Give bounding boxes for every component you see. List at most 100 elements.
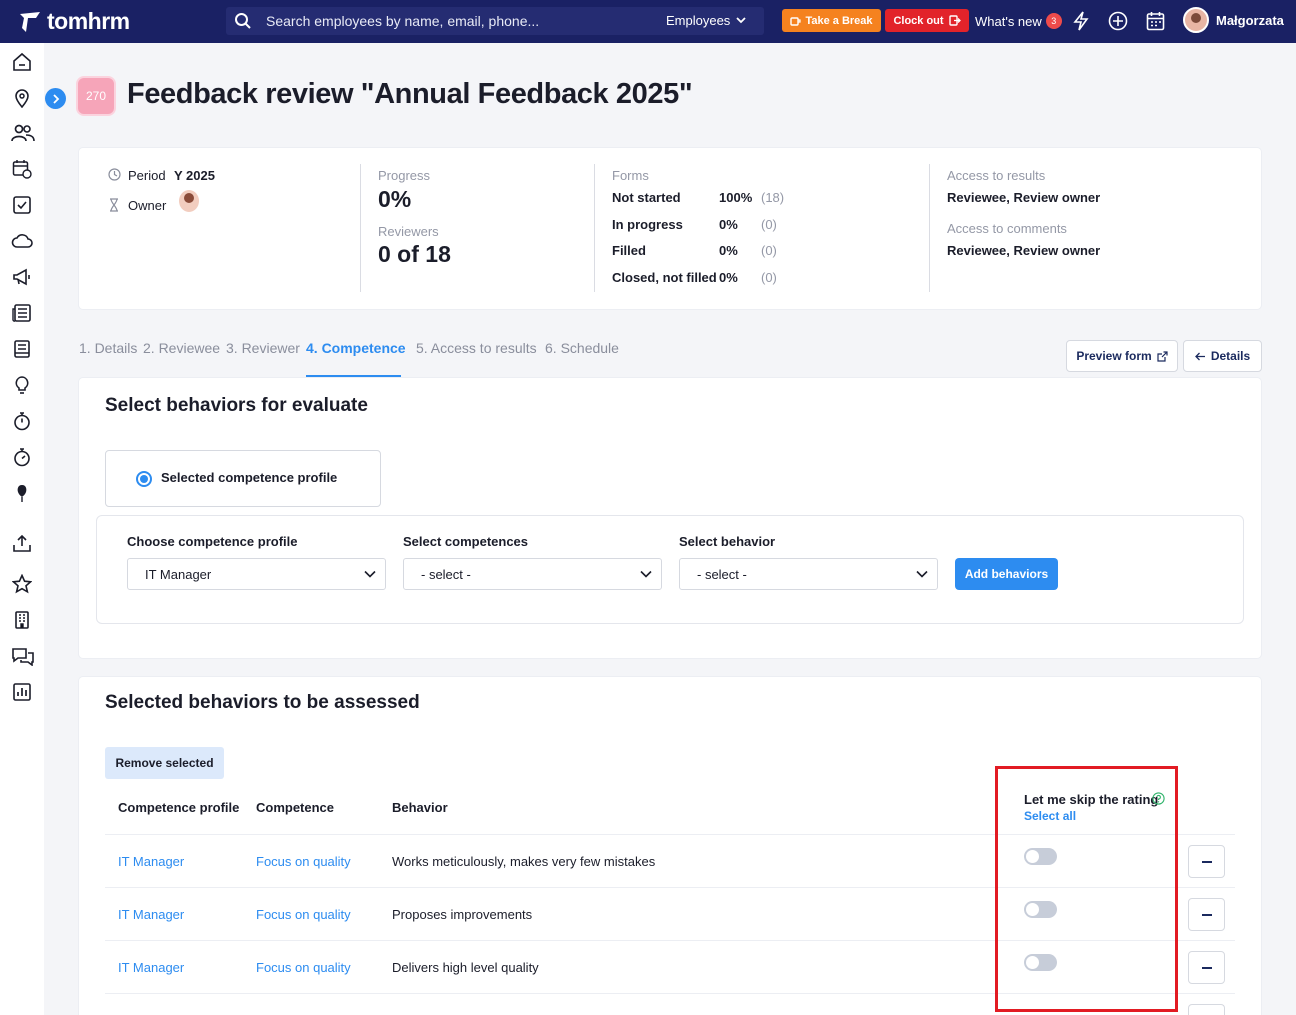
search-scope-label: Employees [666, 13, 731, 28]
competence-profile-select[interactable]: IT Manager [127, 558, 386, 590]
clock-out-label: Clock out [893, 14, 944, 27]
competences-select-value: - select - [421, 567, 471, 582]
home-icon[interactable] [12, 52, 32, 72]
remove-row-button[interactable] [1188, 898, 1225, 931]
star-icon[interactable] [12, 574, 32, 594]
calendar-icon[interactable] [1146, 11, 1165, 31]
search-input[interactable]: Search employees by name, email, phone..… [266, 13, 539, 29]
remove-row-button[interactable] [1188, 951, 1225, 984]
calendar-clock-icon[interactable] [12, 159, 32, 179]
row-profile-link[interactable]: IT Manager [118, 907, 184, 922]
tab-reviewer[interactable]: 3. Reviewer [226, 340, 300, 356]
owner-avatar[interactable] [179, 190, 199, 212]
radio-selected[interactable] [136, 471, 152, 487]
forms-status-count: (18) [761, 190, 785, 205]
remove-row-button[interactable] [1188, 1004, 1225, 1015]
whats-new-link[interactable]: What's new 3 [975, 13, 1062, 29]
back-to-details-button[interactable]: Details [1183, 340, 1262, 372]
row-behavior: Proposes improvements [392, 907, 533, 922]
access-results-value: Reviewee, Review owner [947, 190, 1101, 205]
column-header-behavior[interactable]: Behavior [392, 800, 448, 815]
lightning-icon[interactable] [1072, 11, 1090, 31]
timer-icon[interactable] [12, 447, 32, 467]
app-logo[interactable]: tomhrm [18, 8, 130, 35]
bar-chart-icon[interactable] [12, 682, 32, 702]
lightbulb-icon[interactable] [12, 375, 32, 395]
row-behavior: Delivers high level quality [392, 960, 539, 975]
coffee-icon [790, 17, 802, 26]
team-icon[interactable] [11, 123, 35, 143]
access-comments-value: Reviewee, Review owner [947, 243, 1101, 258]
forms-status-label: Filled [612, 243, 646, 258]
notification-badge: 3 [1045, 13, 1062, 29]
row-profile-link[interactable]: IT Manager [118, 960, 184, 975]
cloud-icon[interactable] [11, 231, 34, 251]
add-circle-icon[interactable] [1108, 11, 1128, 31]
row-competence-link[interactable]: Focus on quality [256, 907, 351, 922]
tab-reviewee[interactable]: 2. Reviewee [143, 340, 220, 356]
stopwatch-icon[interactable] [12, 411, 32, 431]
competences-select-label: Select competences [403, 534, 529, 549]
profile-select-label: Choose competence profile [127, 534, 298, 549]
chevron-down-icon [916, 570, 928, 578]
reviewers-value: 0 of 18 [378, 241, 451, 267]
take-break-label: Take a Break [805, 14, 873, 27]
forms-status-percent: 0% [719, 270, 738, 285]
tab-access-to-results[interactable]: 5. Access to results [416, 340, 537, 356]
access-comments-label: Access to comments [947, 221, 1067, 236]
chevron-down-icon [364, 570, 376, 578]
forms-status-percent: 0% [719, 217, 738, 232]
details-label: Details [1210, 349, 1251, 363]
highlight-annotation-box [995, 766, 1178, 1012]
whats-new-label: What's new [975, 13, 1042, 29]
preview-form-button[interactable]: Preview form [1066, 340, 1178, 372]
add-behaviors-button[interactable]: Add behaviors [955, 558, 1058, 590]
clock-icon [108, 168, 121, 181]
radio-label: Selected competence profile [161, 470, 338, 485]
logo-icon [20, 11, 40, 32]
tab-schedule[interactable]: 6. Schedule [545, 340, 619, 356]
remove-selected-button[interactable]: Remove selected [105, 747, 224, 779]
chevron-down-icon [640, 570, 652, 578]
arrow-left-icon [1194, 352, 1205, 360]
newspaper-icon[interactable] [12, 303, 32, 323]
balloon-icon[interactable] [12, 483, 32, 503]
column-header-competence[interactable]: Competence [256, 800, 334, 815]
review-id-badge: 270 [76, 76, 116, 116]
clock-out-button[interactable]: Clock out [885, 9, 969, 32]
avatar [184, 193, 194, 203]
forms-status-percent: 0% [719, 243, 738, 258]
sidebar-expand-button[interactable] [45, 88, 66, 109]
access-results-label: Access to results [947, 168, 1046, 183]
competence-profile-option[interactable]: Selected competence profile [105, 450, 381, 507]
preview-form-label: Preview form [1076, 349, 1152, 363]
row-profile-link[interactable]: IT Manager [118, 854, 184, 869]
tab-competence[interactable]: 4. Competence [306, 340, 406, 356]
user-name: Małgorzata [1216, 12, 1284, 28]
checkbox-icon[interactable] [12, 195, 32, 215]
behavior-select-label: Select behavior [679, 534, 776, 549]
behavior-select[interactable]: - select - [679, 558, 938, 590]
progress-value: 0% [378, 186, 412, 212]
row-competence-link[interactable]: Focus on quality [256, 960, 351, 975]
row-competence-link[interactable]: Focus on quality [256, 854, 351, 869]
take-break-button[interactable]: Take a Break [782, 9, 881, 32]
app-name: tomhrm [47, 8, 130, 34]
document-icon[interactable] [12, 339, 32, 359]
user-menu[interactable]: Małgorzata [1183, 7, 1284, 33]
location-pin-icon[interactable] [12, 88, 32, 108]
building-icon[interactable] [12, 610, 32, 630]
column-header-profile[interactable]: Competence profile [118, 800, 239, 815]
section-title: Select behaviors for evaluate [105, 395, 368, 416]
search-scope-dropdown[interactable]: Employees [666, 13, 746, 28]
upload-icon[interactable] [12, 533, 32, 553]
chat-icon[interactable] [11, 646, 35, 666]
forms-status-label: Closed, not filled [612, 270, 717, 285]
remove-row-button[interactable] [1188, 845, 1225, 878]
global-search[interactable]: Search employees by name, email, phone..… [226, 7, 764, 35]
tab-details[interactable]: 1. Details [79, 340, 137, 356]
competences-select[interactable]: - select - [403, 558, 662, 590]
forms-status-label: Not started [612, 190, 681, 205]
section-title: Selected behaviors to be assessed [105, 692, 420, 713]
megaphone-icon[interactable] [12, 267, 32, 287]
